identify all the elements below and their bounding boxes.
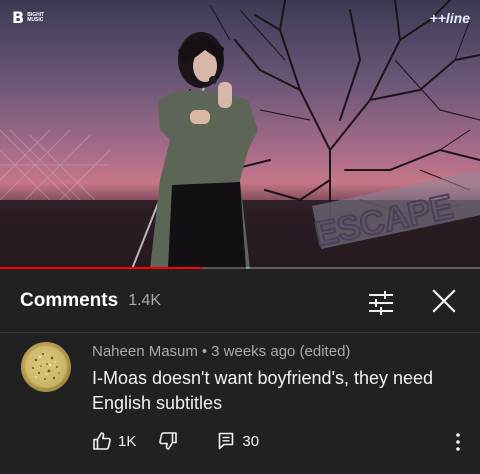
meta-separator: • <box>201 343 208 360</box>
filter-sliders-icon <box>369 291 393 315</box>
progress-bar[interactable] <box>0 267 480 269</box>
thumbs-down-icon <box>159 432 178 450</box>
comment-text-line: English subtitles <box>92 393 223 413</box>
comments-header: Comments 1.4K <box>0 270 480 333</box>
video-player[interactable]: B BIGHIT MUSIC ++line ESCAPE <box>0 0 480 269</box>
like-button[interactable]: 1K <box>92 431 136 451</box>
reply-count: 30 <box>242 432 260 450</box>
avatar[interactable] <box>21 342 71 392</box>
channel-logo: B BIGHIT MUSIC <box>12 10 44 26</box>
comments-title: Comments <box>20 290 119 311</box>
channel-logo-text-line2: MUSIC <box>27 17 44 23</box>
video-frame <box>0 0 480 269</box>
like-count: 1K <box>118 432 137 450</box>
comment-timestamp: 3 weeks ago (edited) <box>211 343 351 360</box>
dislike-button[interactable] <box>158 431 178 451</box>
avatar-image <box>25 346 67 388</box>
filter-button[interactable] <box>366 289 396 315</box>
stream-logo: ++line <box>430 10 470 26</box>
comment-meta: Naheen Masum • 3 weeks ago (edited) <box>92 343 350 360</box>
more-options-button[interactable] <box>448 430 468 454</box>
progress-bar-fill <box>0 267 202 269</box>
comment-text: I-Moas doesn't want boyfriend's, they ne… <box>92 366 452 416</box>
close-button[interactable] <box>430 287 458 315</box>
stream-logo-text: ++line <box>429 10 470 26</box>
channel-logo-mark: B <box>12 8 25 27</box>
reply-comment-icon <box>219 432 234 450</box>
more-vertical-icon <box>456 433 460 451</box>
comment-author[interactable]: Naheen Masum <box>92 343 198 360</box>
close-icon <box>432 289 456 313</box>
thumbs-up-icon <box>93 432 111 450</box>
reply-button[interactable]: 30 <box>218 432 259 450</box>
comment-actions: 1K 30 <box>92 429 259 453</box>
comment-item: Naheen Masum • 3 weeks ago (edited) I-Moas… <box>0 333 480 474</box>
comment-text-line: I-Moas doesn't want boyfriend's, they ne… <box>92 368 434 388</box>
comments-count: 1.4K <box>128 292 162 309</box>
